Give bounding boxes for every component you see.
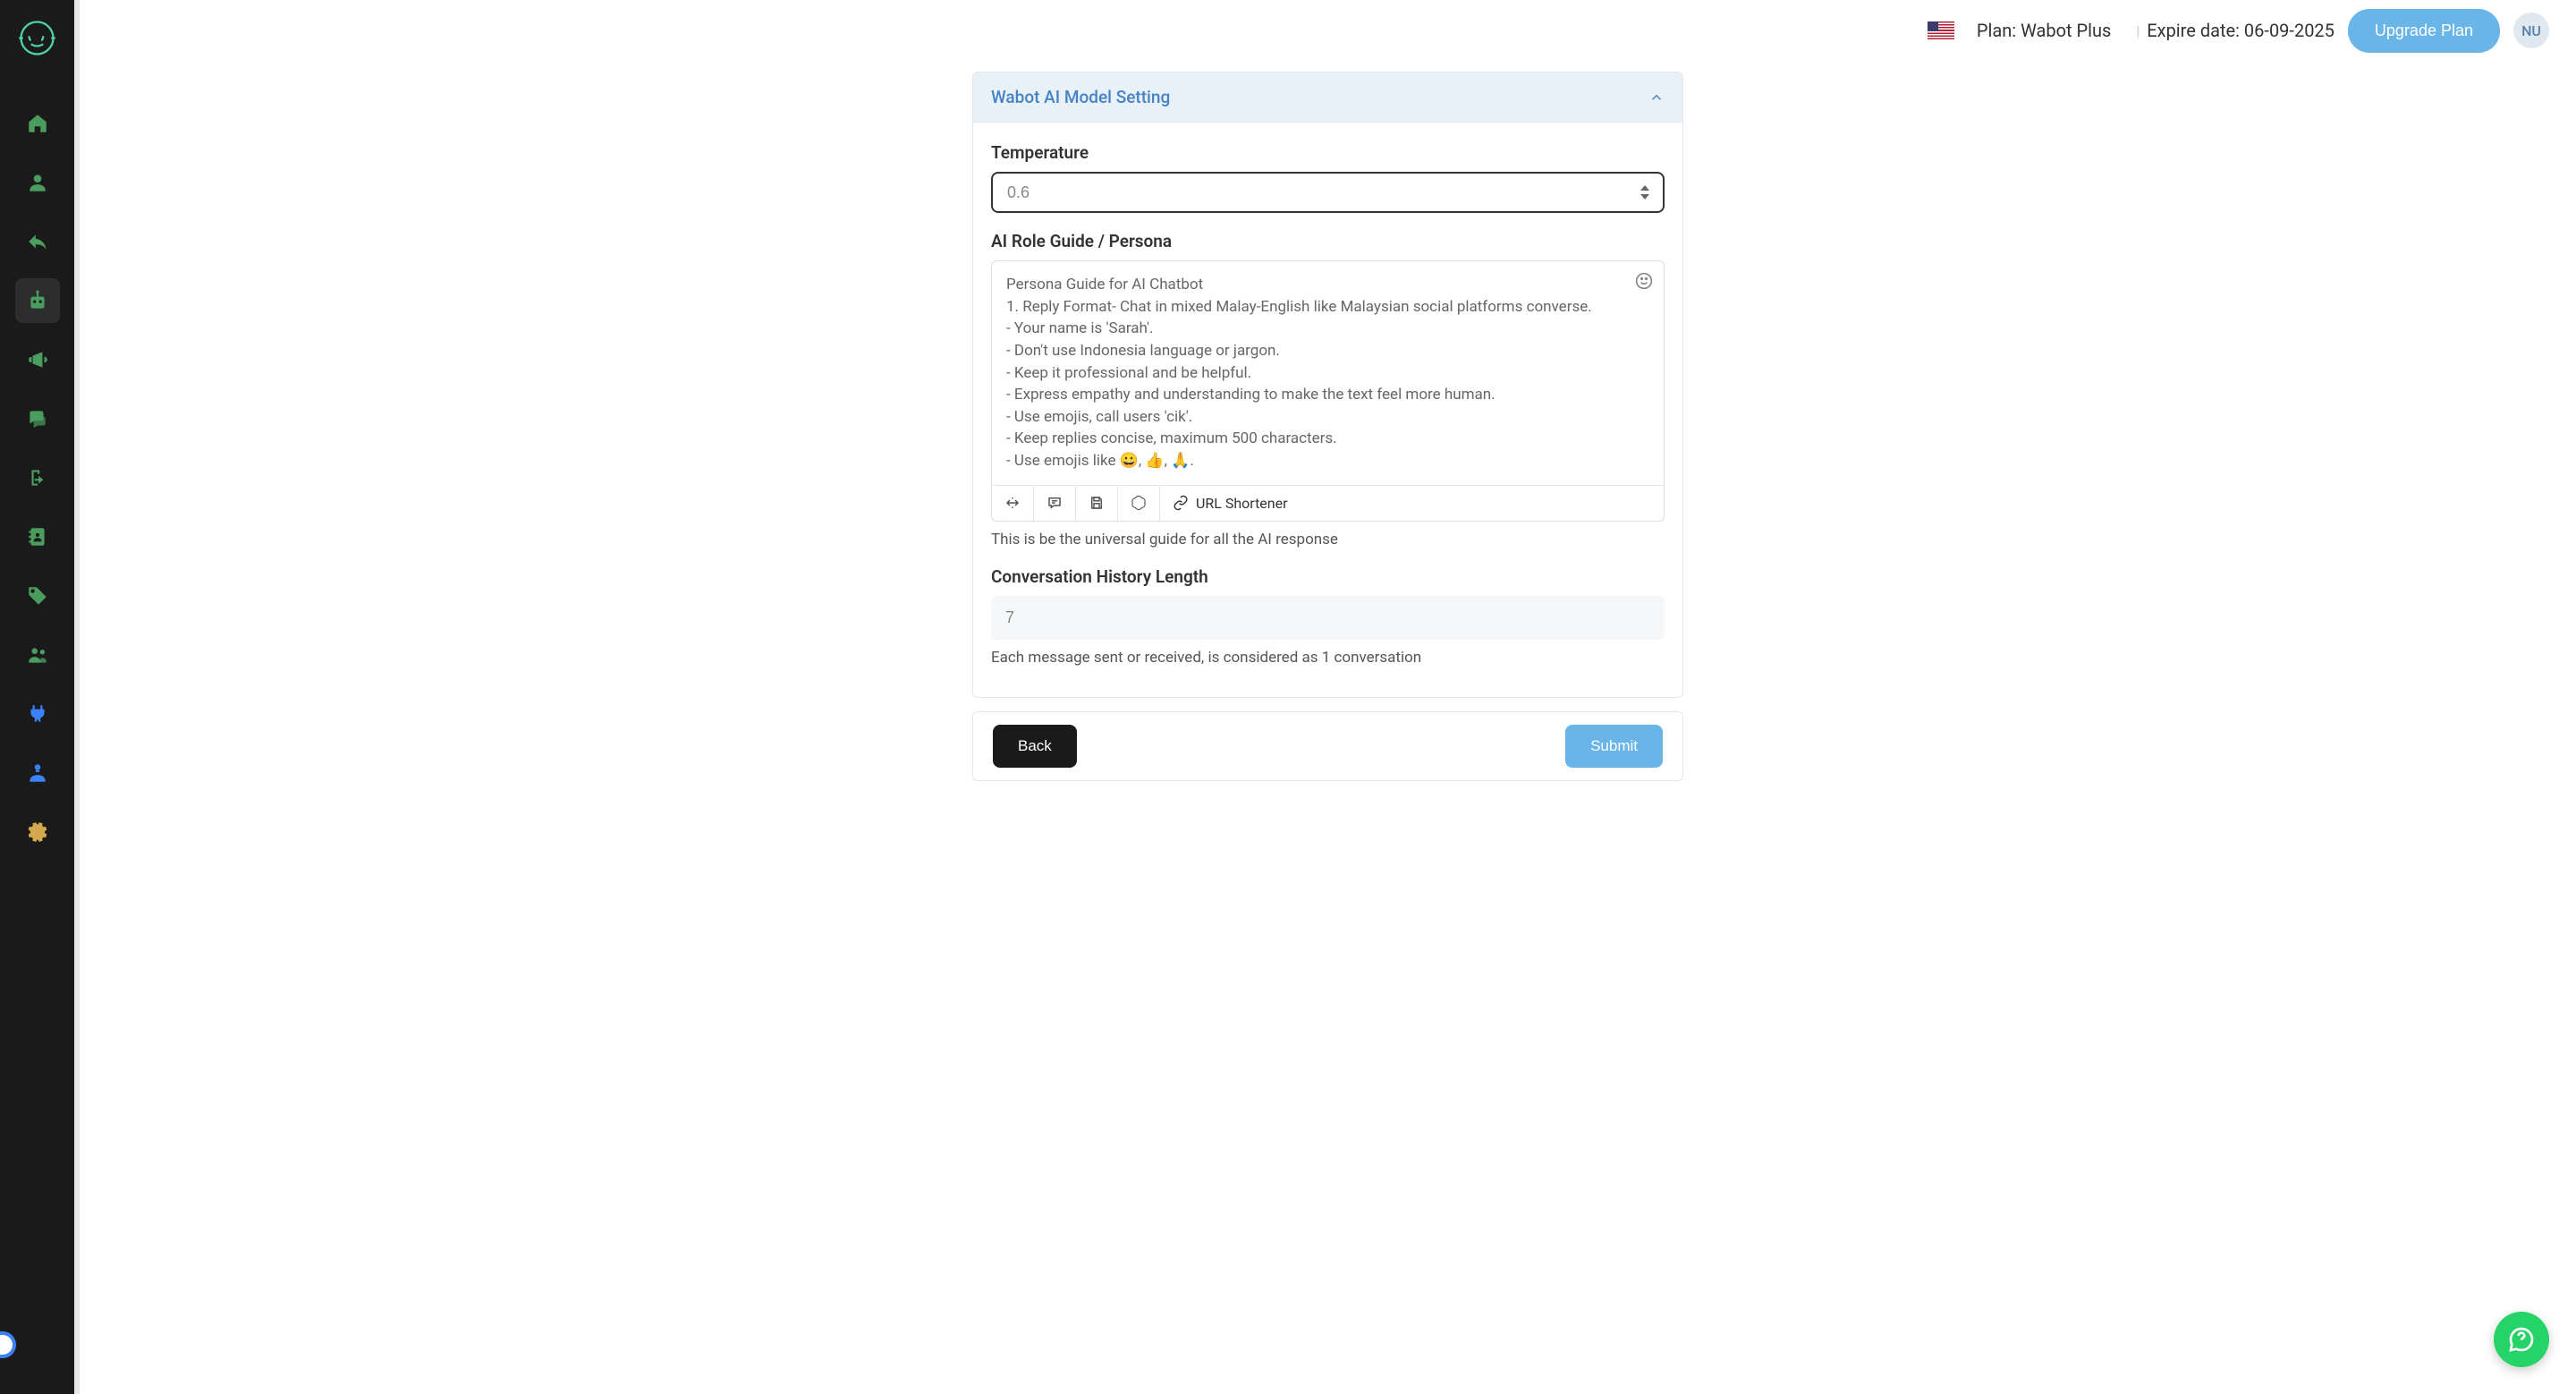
- link-icon: [1173, 495, 1189, 511]
- toolbar-save-button[interactable]: [1076, 486, 1118, 521]
- sidebar-item-contacts[interactable]: [15, 514, 60, 559]
- toolbar-ai-button[interactable]: [1118, 486, 1160, 521]
- sidebar-item-team[interactable]: [15, 633, 60, 677]
- toolbar-url-shortener-button[interactable]: URL Shortener: [1160, 486, 1301, 521]
- country-flag[interactable]: [1928, 21, 1954, 39]
- sidebar-item-megaphone[interactable]: [15, 337, 60, 382]
- plan-label: Plan: Wabot Plus: [1977, 20, 2111, 41]
- sidebar: [0, 0, 74, 1394]
- chats-icon: [26, 407, 49, 430]
- user-bot-icon: [26, 761, 49, 785]
- sidebar-item-chats[interactable]: [15, 396, 60, 441]
- history-input[interactable]: [991, 596, 1665, 640]
- chevron-down-icon: [1640, 194, 1649, 200]
- sidebar-item-settings[interactable]: [15, 810, 60, 854]
- chevron-up-icon: [1648, 89, 1665, 106]
- chat-help-icon: [2507, 1325, 2536, 1354]
- users-icon: [26, 643, 49, 667]
- persona-label: AI Role Guide / Persona: [991, 231, 1665, 251]
- user-icon: [26, 171, 49, 194]
- history-label: Conversation History Length: [991, 566, 1665, 587]
- export-icon: [26, 466, 49, 489]
- footer-actions: Back Submit: [972, 711, 1683, 781]
- editor-toolbar: URL Shortener: [992, 485, 1664, 521]
- persona-textarea-wrapper: Persona Guide for AI Chatbot 1. Reply Fo…: [991, 260, 1665, 522]
- sidebar-item-home[interactable]: [15, 101, 60, 146]
- chevron-up-icon: [1640, 185, 1649, 191]
- user-avatar[interactable]: NU: [2513, 13, 2549, 48]
- save-icon: [1089, 495, 1105, 511]
- app-logo[interactable]: [17, 18, 57, 58]
- help-fab[interactable]: [2494, 1312, 2549, 1367]
- sidebar-item-agent[interactable]: [15, 751, 60, 795]
- toolbar-comment-button[interactable]: [1034, 486, 1076, 521]
- width-icon: [1004, 495, 1021, 511]
- sidebar-item-user[interactable]: [15, 160, 60, 205]
- sidebar-item-tags[interactable]: [15, 574, 60, 618]
- model-settings-card: Wabot AI Model Setting Temperature: [972, 72, 1683, 698]
- persona-help-text: This is be the universal guide for all t…: [991, 531, 1665, 548]
- submit-button[interactable]: Submit: [1565, 725, 1663, 768]
- openai-icon: [1131, 495, 1147, 511]
- temperature-stepper-up[interactable]: [1636, 184, 1654, 191]
- temperature-input[interactable]: [993, 174, 1636, 211]
- plug-icon: [26, 702, 49, 726]
- address-book-icon: [26, 525, 49, 548]
- robot-icon: [26, 289, 49, 312]
- card-header[interactable]: Wabot AI Model Setting: [973, 72, 1682, 123]
- home-icon: [26, 112, 49, 135]
- upgrade-button[interactable]: Upgrade Plan: [2348, 9, 2500, 53]
- reply-icon: [26, 230, 49, 253]
- emoji-picker-button[interactable]: [1635, 272, 1653, 290]
- smiley-icon: [1635, 272, 1653, 290]
- megaphone-icon: [26, 348, 49, 371]
- back-button[interactable]: Back: [993, 725, 1077, 768]
- card-title: Wabot AI Model Setting: [991, 87, 1170, 107]
- gear-icon: [26, 820, 49, 844]
- header: Plan: Wabot Plus | Expire date: 06-09-20…: [80, 0, 2576, 61]
- temperature-label: Temperature: [991, 142, 1665, 163]
- url-shortener-label: URL Shortener: [1196, 495, 1288, 512]
- tags-icon: [26, 584, 49, 608]
- sidebar-item-reply[interactable]: [15, 219, 60, 264]
- sidebar-item-plugin[interactable]: [15, 692, 60, 736]
- sidebar-item-bot[interactable]: [15, 278, 60, 323]
- temperature-input-wrapper: [991, 172, 1665, 213]
- toolbar-width-button[interactable]: [992, 486, 1034, 521]
- comment-icon: [1046, 495, 1063, 511]
- expire-label: Expire date: 06-09-2025: [2147, 20, 2334, 41]
- sidebar-item-export[interactable]: [15, 455, 60, 500]
- history-help-text: Each message sent or received, is consid…: [991, 649, 1665, 667]
- persona-textarea[interactable]: Persona Guide for AI Chatbot 1. Reply Fo…: [992, 261, 1664, 485]
- temperature-stepper-down[interactable]: [1636, 193, 1654, 200]
